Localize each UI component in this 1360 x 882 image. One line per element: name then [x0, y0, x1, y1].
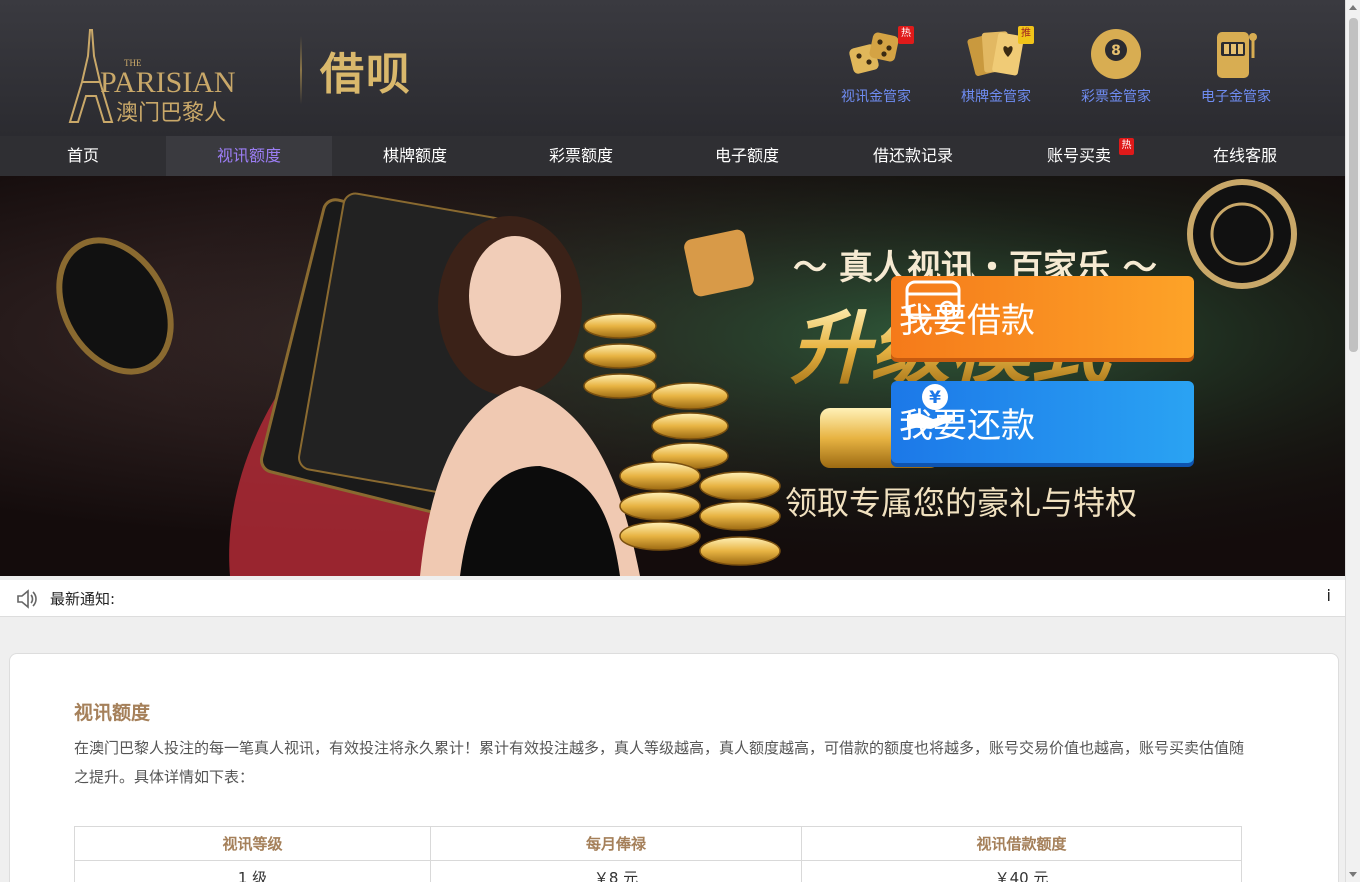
hot-badge: 热	[898, 26, 914, 44]
borrow-button[interactable]: 我要借款	[891, 276, 1194, 358]
hot-badge: 热	[1119, 138, 1134, 155]
banner-artwork: ～ 真人视讯・百家乐 ～ 升级模式 领取专属您的豪礼与特权	[0, 176, 1345, 576]
nav-item-home[interactable]: 首页	[0, 136, 166, 176]
manager-label: 视讯金管家	[841, 89, 911, 105]
manager-video[interactable]: 热 视讯金管家	[826, 24, 926, 106]
nav-item-slots-credit[interactable]: 电子额度	[664, 136, 830, 176]
scrollbar-thumb[interactable]	[1349, 18, 1358, 352]
table-row: 1 级 ￥8 元 ￥40 元	[74, 860, 1242, 882]
nav-item-loan-records[interactable]: 借还款记录	[830, 136, 996, 176]
notice-scroll-text: i	[1326, 586, 1331, 605]
nav-item-account-trade[interactable]: 账号买卖 热	[996, 136, 1162, 176]
table-cell: 1 级	[74, 860, 431, 882]
svg-text:¥: ¥	[929, 388, 941, 408]
table-header: 视讯借款额度	[801, 826, 1242, 861]
main-nav: 首页 视讯额度 棋牌额度 彩票额度 电子额度 借还款记录 账号买卖 热 在线客服	[0, 136, 1345, 176]
card-icon	[905, 280, 961, 320]
section-title: 视讯额度	[74, 702, 151, 724]
manager-label: 电子金管家	[1201, 89, 1271, 105]
eight-ball-icon: 8	[1091, 29, 1141, 79]
table-cell: ￥40 元	[801, 860, 1242, 882]
logo-divider	[300, 36, 302, 104]
svg-text:PARISIAN: PARISIAN	[100, 66, 236, 99]
svg-text:8: 8	[1111, 43, 1121, 59]
nav-item-label: 账号买卖	[1046, 146, 1111, 165]
table-header: 视讯等级	[74, 826, 431, 861]
svg-text:澳门巴黎人: 澳门巴黎人	[116, 101, 226, 124]
manager-cards[interactable]: 推 棋牌金管家	[946, 24, 1046, 106]
manager-label: 彩票金管家	[1081, 89, 1151, 105]
section-intro: 在澳门巴黎人投注的每一笔真人视讯，有效投注将永久累计！累计有效投注越多，真人等级…	[74, 739, 1245, 786]
page-scrollbar[interactable]	[1345, 0, 1360, 882]
scroll-down-arrow-icon[interactable]	[1349, 872, 1357, 877]
nav-item-support[interactable]: 在线客服	[1162, 136, 1328, 176]
yen-hand-icon: ¥	[907, 384, 955, 429]
scroll-up-arrow-icon[interactable]	[1349, 5, 1357, 10]
parisian-logo[interactable]: THE PARISIAN 澳门巴黎人	[64, 26, 244, 124]
manager-lottery[interactable]: 8 彩票金管家	[1066, 24, 1166, 106]
level-table: 视讯等级 每月俸禄 视讯借款额度 1 级 ￥8 元 ￥40 元	[74, 826, 1242, 882]
repay-button[interactable]: ¥ 我要还款	[891, 381, 1194, 463]
nav-item-video-credit[interactable]: 视讯额度	[166, 136, 332, 176]
notice-bar: 最新通知: i	[0, 580, 1345, 617]
banner-tagline: 领取专属您的豪礼与特权	[785, 484, 1137, 522]
table-cell: ￥8 元	[430, 860, 802, 882]
page-title: 借呗	[320, 49, 412, 100]
manager-slots[interactable]: 电子金管家	[1186, 24, 1286, 106]
recommend-badge: 推	[1018, 26, 1034, 44]
notice-label: 最新通知:	[50, 590, 116, 608]
content-card: 视讯额度 在澳门巴黎人投注的每一笔真人视讯，有效投注将永久累计！累计有效投注越多…	[9, 653, 1339, 882]
nav-item-lottery-credit[interactable]: 彩票额度	[498, 136, 664, 176]
site-header: THE PARISIAN 澳门巴黎人 借呗 热 视讯金管家 推 棋牌金管家 8	[0, 0, 1345, 136]
nav-item-cards-credit[interactable]: 棋牌额度	[332, 136, 498, 176]
manager-label: 棋牌金管家	[961, 89, 1031, 105]
table-header: 每月俸禄	[430, 826, 802, 861]
hero-banner: ～ 真人视讯・百家乐 ～ 升级模式 领取专属您的豪礼与特权 我要借款 ¥ 我要还…	[0, 176, 1345, 576]
speaker-icon	[17, 589, 37, 609]
table-header-row: 视讯等级 每月俸禄 视讯借款额度	[74, 826, 1242, 861]
slot-machine-icon	[1217, 32, 1257, 78]
